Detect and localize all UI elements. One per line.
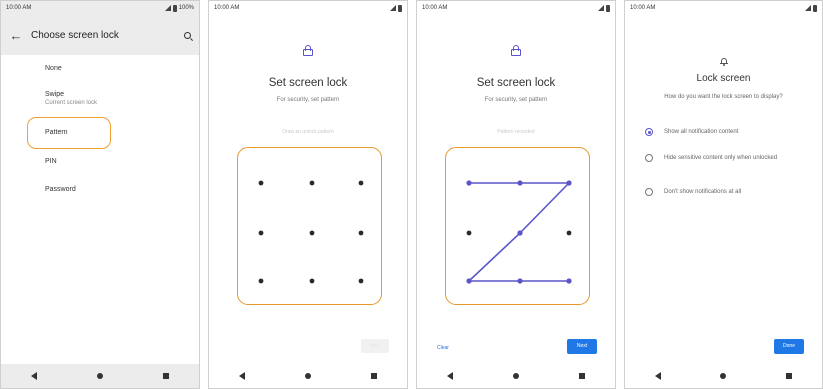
status-bar: 10:00 AM 100% — [1, 1, 199, 15]
nav-home-icon[interactable] — [720, 373, 727, 379]
radio-hide-sensitive[interactable]: Hide sensitive content only when unlocke… — [645, 154, 782, 162]
radio-button-selected[interactable] — [645, 128, 653, 136]
option-none-label: None — [45, 65, 62, 72]
app-bar: ← Choose screen lock — [1, 15, 199, 55]
clear-button[interactable]: Clear — [437, 345, 449, 351]
pattern-grid-highlight — [237, 147, 382, 305]
nav-back-icon[interactable] — [239, 372, 245, 380]
nav-bar — [625, 364, 822, 388]
battery-icon — [172, 4, 177, 12]
option-pattern-label: Pattern — [45, 129, 68, 136]
next-button[interactable]: Next — [567, 339, 597, 354]
status-icons: 100% — [164, 4, 194, 12]
nav-recents-icon[interactable] — [579, 373, 585, 379]
radio-label: Show all notification content — [664, 129, 739, 135]
pattern-highlight — [27, 117, 111, 149]
back-arrow-icon[interactable]: ← — [1, 28, 31, 43]
nav-home-icon[interactable] — [513, 373, 519, 379]
battery-level: 100% — [178, 5, 194, 11]
option-pin[interactable]: PIN — [45, 158, 57, 165]
status-icons — [805, 4, 817, 12]
option-swipe-label: Swipe — [45, 91, 65, 98]
radio-dont-show[interactable]: Don't show notifications at all — [645, 188, 782, 196]
option-swipe-sub: Current screen lock — [45, 100, 98, 106]
screen-subtitle: How do you want the lock screen to displ… — [664, 94, 783, 100]
screen-lock-screen-notifications: 10:00 AM Lock screen How do you want the… — [624, 0, 823, 389]
radio-label: Hide sensitive content only when unlocke… — [664, 155, 778, 161]
nav-recents-icon[interactable] — [371, 373, 377, 379]
battery-icon — [813, 4, 817, 12]
bell-icon — [719, 57, 728, 66]
status-bar: 10:00 AM — [625, 1, 822, 15]
nav-recents-icon[interactable] — [163, 373, 169, 379]
radio-show-all[interactable]: Show all notification content — [645, 128, 782, 136]
option-pin-label: PIN — [45, 158, 57, 165]
radio-button[interactable] — [645, 154, 653, 162]
screen-set-pattern-empty: 10:00 AM Set screen lock For security, s… — [208, 0, 408, 389]
nav-back-icon[interactable] — [31, 372, 37, 380]
radio-button[interactable] — [645, 188, 653, 196]
signal-icon — [164, 5, 171, 11]
screen-title: Lock screen — [696, 73, 751, 84]
screen-choose-lock: 10:00 AM 100% ← Choose screen lock None … — [0, 0, 200, 389]
status-time: 10:00 AM — [630, 5, 656, 11]
nav-bar — [209, 364, 407, 388]
option-pattern[interactable]: Pattern — [45, 129, 68, 136]
pattern-grid-highlight — [445, 147, 590, 305]
radio-label: Don't show notifications at all — [664, 189, 742, 195]
next-button-disabled[interactable]: Next — [361, 339, 389, 353]
status-time: 10:00 AM — [6, 5, 32, 11]
search-icon[interactable] — [175, 26, 199, 44]
done-button[interactable]: Done — [774, 339, 804, 354]
option-none[interactable]: None — [45, 65, 62, 72]
nav-bar — [417, 364, 615, 388]
nav-home-icon[interactable] — [97, 373, 103, 379]
nav-bar — [1, 364, 199, 388]
nav-back-icon[interactable] — [447, 372, 453, 380]
nav-recents-icon[interactable] — [786, 373, 793, 379]
nav-home-icon[interactable] — [305, 373, 311, 379]
screen-set-pattern-drawn: 10:00 AM Set screen lock For security, s… — [416, 0, 616, 389]
signal-icon — [805, 5, 811, 11]
option-swipe[interactable]: Swipe Current screen lock — [45, 91, 97, 106]
nav-back-icon[interactable] — [654, 372, 661, 380]
page-title: Choose screen lock — [31, 29, 119, 41]
option-password-label: Password — [45, 186, 76, 193]
option-password[interactable]: Password — [45, 186, 76, 193]
